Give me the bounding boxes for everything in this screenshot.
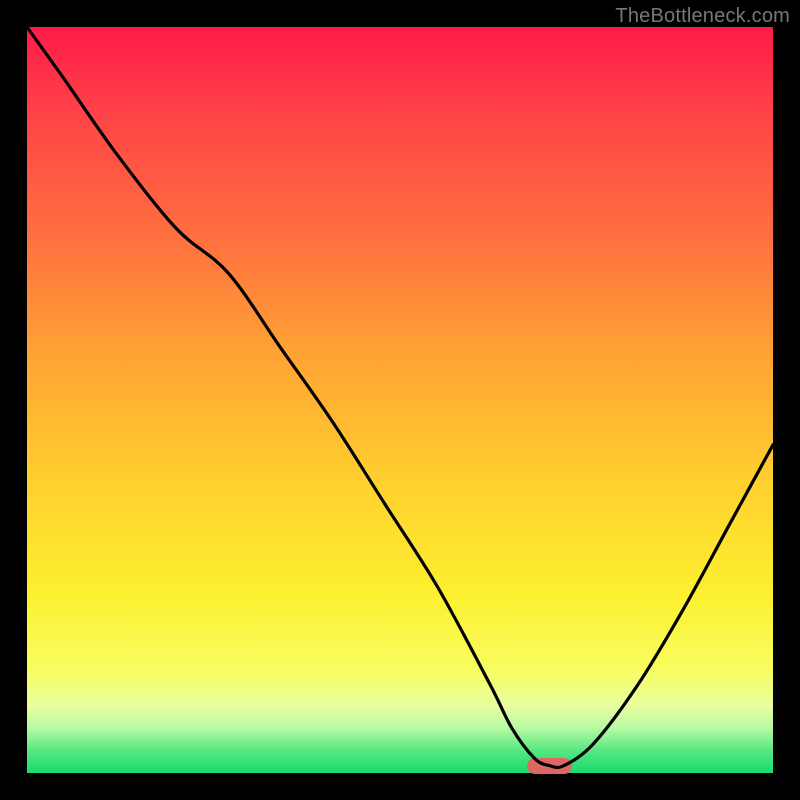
bottleneck-curve — [27, 27, 773, 773]
chart-frame: TheBottleneck.com — [0, 0, 800, 800]
watermark-text: TheBottleneck.com — [615, 5, 790, 28]
plot-area — [27, 27, 773, 773]
